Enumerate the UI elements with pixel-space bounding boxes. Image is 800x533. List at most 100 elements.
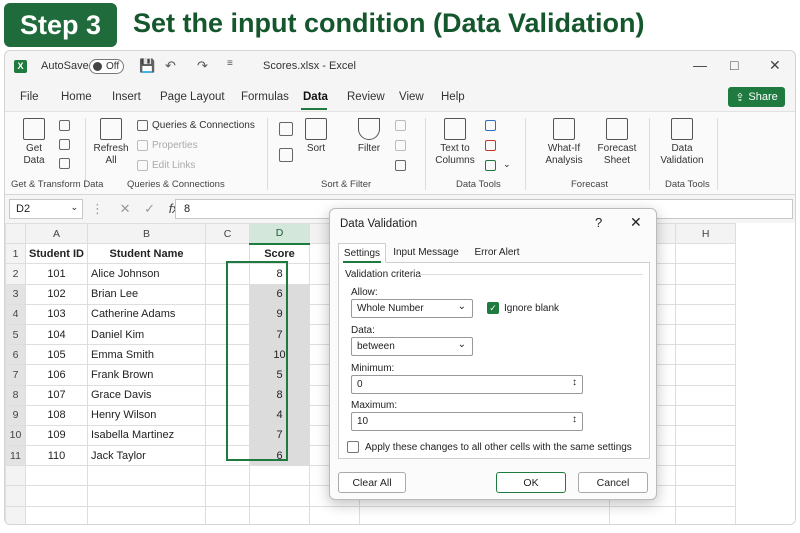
cell[interactable]: Score — [249, 243, 310, 265]
allow-select[interactable]: Whole Number ⌄ — [351, 299, 473, 318]
cell[interactable]: 9 — [249, 303, 310, 325]
cell[interactable]: Brian Lee — [87, 283, 206, 305]
cell[interactable] — [205, 243, 250, 265]
cell[interactable] — [675, 485, 737, 507]
cell[interactable] — [675, 465, 737, 487]
edit-links-button[interactable]: Edit Links — [137, 160, 195, 171]
tab-settings[interactable]: Settings — [338, 243, 386, 263]
cell[interactable]: 105 — [25, 344, 88, 366]
confirm-entry-icon[interactable]: ✓ — [144, 201, 155, 216]
close-icon[interactable]: ✕ — [630, 214, 642, 231]
cell[interactable] — [675, 243, 737, 265]
cell[interactable] — [249, 485, 310, 507]
clear-filter-icon[interactable] — [395, 120, 406, 131]
cell[interactable] — [309, 505, 360, 524]
cell[interactable]: 106 — [25, 364, 88, 386]
cell[interactable] — [87, 485, 206, 507]
cell[interactable] — [675, 323, 737, 346]
name-box[interactable]: D2 ⌄ — [9, 199, 83, 219]
clear-all-button[interactable]: Clear All — [338, 472, 406, 493]
cancel-entry-icon[interactable]: ✕ — [120, 201, 131, 216]
cell[interactable] — [205, 364, 250, 386]
row-header[interactable]: 7 — [5, 364, 26, 386]
cell[interactable] — [205, 303, 250, 325]
cell[interactable]: 104 — [25, 323, 88, 346]
cell[interactable]: Student Name — [87, 243, 206, 265]
cell[interactable] — [205, 445, 250, 467]
cell[interactable]: 4 — [249, 404, 310, 426]
maximum-input[interactable]: 10 ↕ — [351, 412, 583, 431]
sort-button[interactable]: Sort — [303, 118, 329, 155]
cell[interactable] — [205, 263, 250, 285]
cell[interactable] — [675, 445, 737, 467]
column-header[interactable]: H — [675, 222, 737, 245]
column-header[interactable]: A — [25, 222, 88, 245]
cell[interactable] — [25, 485, 88, 507]
cell[interactable]: Jack Taylor — [87, 445, 206, 467]
from-text-icon[interactable] — [59, 120, 70, 131]
maximize-icon[interactable]: □ — [730, 57, 738, 73]
cell[interactable]: Frank Brown — [87, 364, 206, 386]
range-selector-icon[interactable]: ↕ — [572, 377, 577, 388]
apply-all-checkbox[interactable] — [347, 441, 359, 453]
sort-az-icon[interactable] — [279, 122, 293, 136]
menu-help[interactable]: Help — [441, 91, 465, 103]
redo-icon[interactable]: ↷ — [197, 58, 208, 74]
cell[interactable]: Emma Smith — [87, 344, 206, 366]
cell[interactable] — [675, 283, 737, 305]
menu-insert[interactable]: Insert — [112, 91, 141, 103]
row-header[interactable] — [5, 485, 26, 507]
menu-page-layout[interactable]: Page Layout — [160, 91, 225, 103]
cell[interactable] — [359, 505, 610, 524]
cell[interactable] — [25, 505, 88, 524]
cell[interactable]: 7 — [249, 323, 310, 346]
cell[interactable]: 6 — [249, 283, 310, 305]
close-window-icon[interactable]: ✕ — [769, 57, 781, 74]
autosave-toggle[interactable]: Off — [89, 59, 124, 74]
cell[interactable]: Catherine Adams — [87, 303, 206, 325]
row-header[interactable]: 9 — [5, 404, 26, 426]
cell[interactable] — [205, 505, 250, 524]
cell[interactable]: 6 — [249, 445, 310, 467]
row-header[interactable]: 3 — [5, 283, 26, 305]
cell[interactable]: 108 — [25, 404, 88, 426]
cancel-button[interactable]: Cancel — [578, 472, 648, 493]
cell[interactable]: Isabella Martinez — [87, 424, 206, 447]
queries-connections-button[interactable]: Queries & Connections — [137, 120, 255, 131]
column-header[interactable]: B — [87, 222, 206, 245]
cell[interactable]: 110 — [25, 445, 88, 467]
cell[interactable]: Henry Wilson — [87, 404, 206, 426]
range-selector-icon[interactable]: ↕ — [572, 414, 577, 425]
ok-button[interactable]: OK — [496, 472, 566, 493]
row-header[interactable] — [5, 505, 26, 524]
data-select[interactable]: between ⌄ — [351, 337, 473, 356]
row-header[interactable]: 10 — [5, 424, 26, 447]
row-header[interactable]: 5 — [5, 323, 26, 346]
column-header[interactable]: D — [249, 222, 310, 245]
refresh-all-button[interactable]: Refresh All — [93, 118, 129, 167]
menu-review[interactable]: Review — [347, 91, 385, 103]
cell[interactable]: 8 — [249, 263, 310, 285]
validation-small-icon[interactable] — [485, 160, 496, 171]
cell[interactable]: 7 — [249, 424, 310, 447]
customize-qat-icon[interactable]: ≡ — [227, 58, 233, 69]
row-header[interactable]: 8 — [5, 384, 26, 406]
data-validation-button[interactable]: Data Validation — [655, 118, 709, 167]
row-header[interactable] — [5, 465, 26, 487]
menu-data[interactable]: Data — [303, 91, 328, 103]
cell[interactable]: 10 — [249, 344, 310, 366]
row-header[interactable]: 11 — [5, 445, 26, 467]
cell[interactable] — [675, 364, 737, 386]
remove-duplicates-icon[interactable] — [485, 140, 496, 151]
cell[interactable]: Student ID — [25, 243, 88, 265]
properties-button[interactable]: Properties — [137, 140, 198, 151]
row-header[interactable]: 6 — [5, 344, 26, 366]
column-header[interactable]: C — [205, 222, 250, 245]
cell[interactable] — [675, 424, 737, 447]
share-button[interactable]: ⇪ Share — [728, 87, 785, 107]
save-icon[interactable]: 💾 — [139, 58, 155, 74]
forecast-sheet-button[interactable]: Forecast Sheet — [597, 118, 637, 167]
cell[interactable] — [205, 283, 250, 305]
cell[interactable] — [205, 404, 250, 426]
cell[interactable] — [205, 424, 250, 447]
